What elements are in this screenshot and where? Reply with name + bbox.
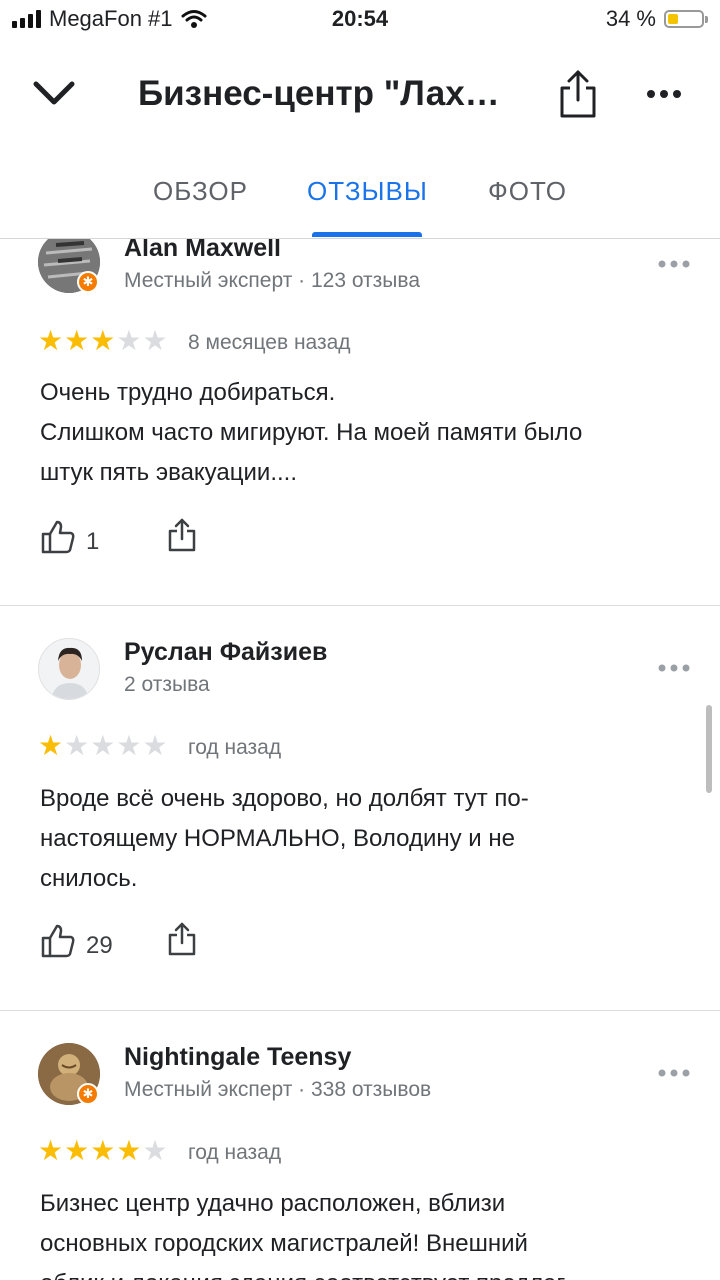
- star-empty-icon: ★: [142, 1135, 168, 1166]
- thumbs-up-icon[interactable]: [40, 519, 76, 555]
- tab-photos[interactable]: ФОТО: [488, 176, 567, 207]
- star-filled-icon: ★: [38, 730, 64, 761]
- star-rating: ★ ★ ★ ★ ★: [38, 732, 168, 760]
- local-guide-badge-icon: ✱: [77, 1083, 99, 1105]
- star-empty-icon: ★: [64, 730, 90, 761]
- more-icon[interactable]: [658, 259, 690, 269]
- tab-overview[interactable]: ОБЗОР: [153, 176, 248, 207]
- like-count: 1: [86, 528, 100, 555]
- review-text-line: снилось.: [40, 865, 138, 892]
- star-filled-icon: ★: [90, 1135, 116, 1166]
- review-text: Вроде всё очень здорово, но долбят тут п…: [40, 779, 690, 899]
- thumbs-up-icon[interactable]: [40, 923, 76, 959]
- review-author-meta: Местный эксперт · 123 отзыва: [124, 269, 420, 292]
- review-text-line: штук пять эвакуации....: [40, 459, 297, 486]
- star-rating: ★ ★ ★ ★ ★: [38, 327, 168, 355]
- divider: [0, 1010, 720, 1011]
- share-icon[interactable]: [167, 921, 197, 957]
- star-empty-icon: ★: [116, 325, 142, 356]
- star-filled-icon: ★: [38, 325, 64, 356]
- more-icon[interactable]: [658, 663, 690, 673]
- review-author-meta: Местный эксперт · 338 отзывов: [124, 1078, 432, 1101]
- review-author-meta: 2 отзыва: [124, 673, 210, 696]
- page-title: Бизнес-центр "Лах…: [138, 74, 500, 113]
- more-icon[interactable]: [658, 1068, 690, 1078]
- review-text-line: Бизнес центр удачно расположен, вблизи: [40, 1190, 506, 1217]
- review-date: 8 месяцев назад: [188, 331, 351, 354]
- active-tab-indicator: [312, 232, 422, 237]
- review-author[interactable]: Nightingale Teensy: [124, 1043, 351, 1072]
- battery-icon: [664, 10, 708, 28]
- person-photo: [39, 639, 99, 699]
- star-filled-icon: ★: [116, 1135, 142, 1166]
- star-empty-icon: ★: [142, 730, 168, 761]
- star-filled-icon: ★: [64, 325, 90, 356]
- review-date: год назад: [188, 1141, 282, 1164]
- scrollbar[interactable]: [706, 705, 712, 793]
- share-icon[interactable]: [167, 517, 197, 553]
- review-text: Очень трудно добираться. Слишком часто м…: [40, 373, 690, 493]
- reviews-list[interactable]: ✱ Alan Maxwell Местный эксперт · 123 отз…: [0, 239, 720, 1280]
- share-icon[interactable]: [556, 68, 600, 120]
- review-text-line: облик и локация здания соответствует пре…: [40, 1264, 690, 1280]
- tab-reviews[interactable]: ОТЗЫВЫ: [307, 176, 428, 207]
- chevron-down-icon[interactable]: [28, 72, 80, 116]
- review-author[interactable]: Руслан Файзиев: [124, 638, 327, 667]
- review-text-line: основных городских магистралей! Внешний: [40, 1230, 528, 1257]
- tab-bar: ОБЗОР ОТЗЫВЫ ФОТО: [0, 150, 720, 239]
- header: Бизнес-центр "Лах…: [0, 48, 720, 144]
- status-bar: MegaFon #1 20:54 34 %: [0, 0, 720, 40]
- review-date: год назад: [188, 736, 282, 759]
- like-count: 29: [86, 932, 113, 959]
- more-icon[interactable]: [646, 86, 682, 102]
- review-text-line: Слишком часто мигируют. На моей памяти б…: [40, 419, 583, 446]
- avatar[interactable]: [38, 638, 100, 700]
- local-guide-badge-icon: ✱: [77, 271, 99, 293]
- star-filled-icon: ★: [38, 1135, 64, 1166]
- star-rating: ★ ★ ★ ★ ★: [38, 1137, 168, 1165]
- divider: [0, 605, 720, 606]
- review-text-line: Вроде всё очень здорово, но долбят тут п…: [40, 785, 529, 812]
- review-text-line: настоящему НОРМАЛЬНО, Володину и не: [40, 825, 515, 852]
- review-author[interactable]: Alan Maxwell: [124, 239, 281, 263]
- review-text: Бизнес центр удачно расположен, вблизи о…: [40, 1184, 690, 1280]
- star-empty-icon: ★: [116, 730, 142, 761]
- review-text-line: Очень трудно добираться.: [40, 379, 336, 406]
- star-empty-icon: ★: [90, 730, 116, 761]
- battery-percent: 34 %: [605, 6, 656, 31]
- star-empty-icon: ★: [142, 325, 168, 356]
- star-filled-icon: ★: [90, 325, 116, 356]
- star-filled-icon: ★: [64, 1135, 90, 1166]
